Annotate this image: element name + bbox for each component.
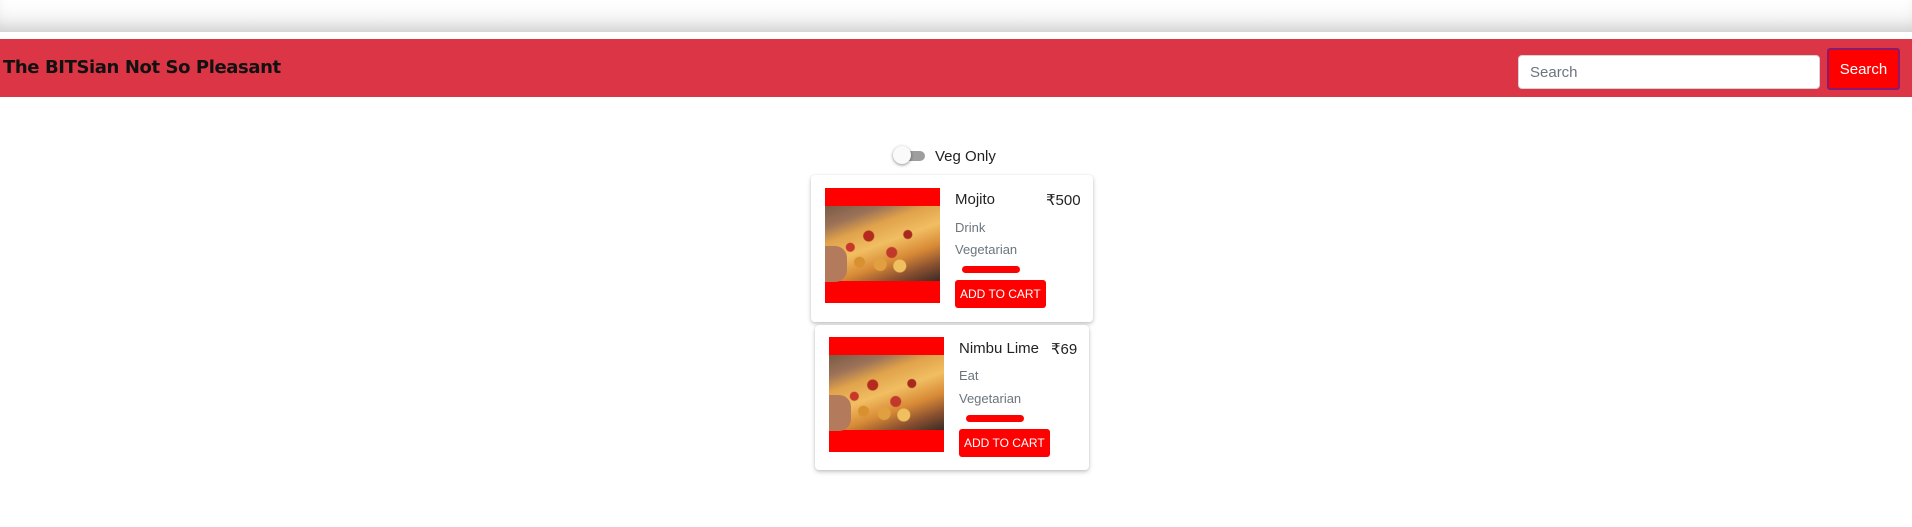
add-to-cart-button[interactable]: ADD TO CART [959, 429, 1050, 457]
item-image [829, 337, 944, 452]
pizza-photo [825, 206, 940, 282]
item-divider-bar [966, 415, 1024, 422]
navbar: The BITSian Not So Pleasant Search [0, 39, 1912, 97]
price-value: 69 [1060, 341, 1078, 358]
item-category: Drink [955, 220, 986, 235]
item-price: ₹500 [1046, 191, 1081, 209]
item-category: Eat [959, 368, 979, 383]
search-button[interactable]: Search [1827, 48, 1900, 90]
price-value: 500 [1055, 192, 1081, 209]
menu-item-card: Mojito ₹500 Drink Vegetarian ADD TO CART [811, 175, 1093, 322]
item-diet: Vegetarian [959, 391, 1022, 406]
veg-only-label: Veg Only [935, 147, 996, 165]
veg-only-filter: Veg Only [893, 146, 996, 166]
item-price: ₹69 [1051, 340, 1077, 358]
pizza-photo [829, 355, 944, 431]
item-divider-bar [962, 266, 1020, 273]
veg-only-toggle[interactable] [893, 146, 925, 164]
top-shadow-strip [0, 0, 1912, 32]
brand-title[interactable]: The BITSian Not So Pleasant [3, 57, 281, 78]
rupee-icon: ₹ [1051, 341, 1061, 358]
item-image [825, 188, 940, 303]
add-to-cart-button[interactable]: ADD TO CART [955, 280, 1046, 308]
item-name: Mojito [955, 191, 996, 208]
item-diet: Vegetarian [955, 242, 1018, 257]
toggle-knob[interactable] [893, 146, 911, 164]
item-name: Nimbu Lime [959, 340, 1040, 357]
menu-item-card: Nimbu Lime ₹69 Eat Vegetarian ADD TO CAR… [815, 325, 1089, 470]
rupee-icon: ₹ [1046, 192, 1056, 209]
search-input[interactable] [1518, 55, 1820, 89]
